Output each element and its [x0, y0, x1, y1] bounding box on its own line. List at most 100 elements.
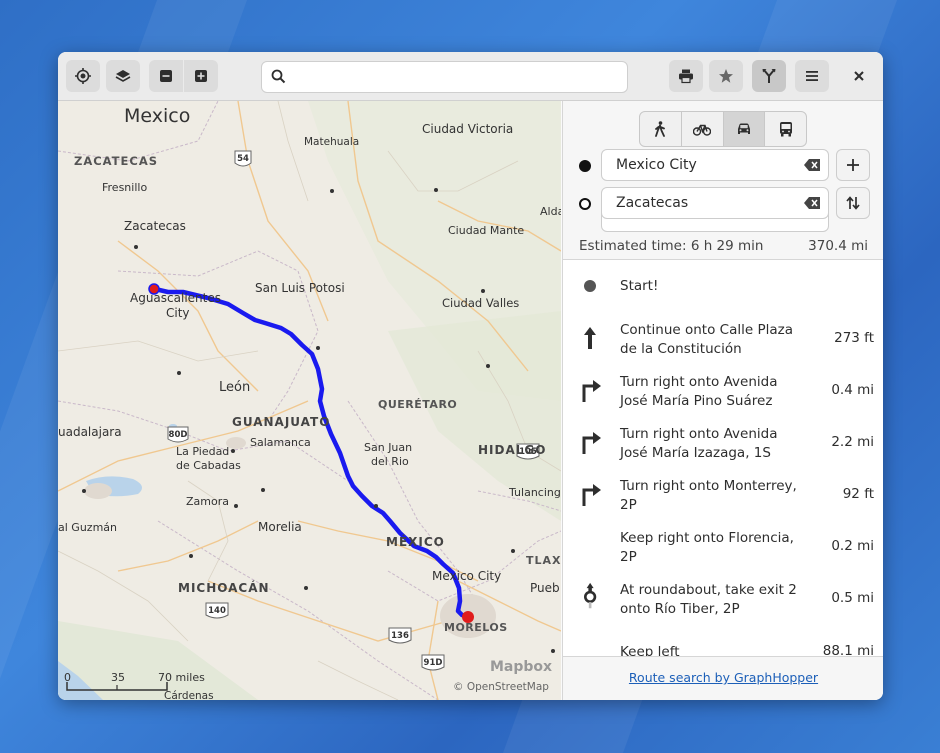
turn-right-icon	[582, 432, 601, 454]
swap-button[interactable]	[836, 187, 870, 219]
clear-icon[interactable]	[804, 159, 820, 171]
instruction-distance: 273 ft	[834, 330, 874, 346]
layers-button[interactable]	[106, 60, 140, 92]
origin-text: Mexico City	[616, 157, 697, 173]
instruction-text: Turn right onto Avenida José María Izaza…	[620, 425, 810, 463]
instruction-line: José María Pino Suárez	[620, 393, 773, 409]
instruction-text: Keep right onto Florencia, 2P	[620, 529, 810, 567]
swap-icon	[846, 196, 860, 210]
instruction-row[interactable]: Continue onto Calle Plaza de la Constitu…	[563, 312, 883, 364]
map-label-city: Mexico City	[432, 569, 501, 583]
add-via-button[interactable]	[836, 149, 870, 181]
estimated-time: Estimated time: 6 h 29 min	[579, 238, 764, 254]
instruction-row[interactable]: Start!	[563, 260, 883, 312]
search-input[interactable]	[261, 61, 628, 93]
route-button[interactable]	[752, 60, 786, 92]
print-button[interactable]	[669, 60, 703, 92]
scale-label: 70 miles	[158, 671, 205, 684]
map-view[interactable]: 54 80D 105 140 136 91D Mexico ZACATECAS …	[58, 101, 561, 700]
map-label-city: La Piedad	[176, 445, 229, 458]
map-label-city: Alda	[540, 205, 561, 218]
origin-entry[interactable]: Mexico City	[601, 149, 829, 181]
svg-text:54: 54	[237, 154, 249, 164]
zoom-in-button[interactable]	[184, 60, 218, 92]
instruction-row[interactable]: At roundabout, take exit 2 onto Río Tibe…	[563, 572, 883, 624]
print-icon	[679, 69, 693, 84]
highway-shield: 80D	[167, 426, 189, 443]
svg-text:80D: 80D	[169, 430, 188, 440]
map-label-city: Morelia	[258, 520, 302, 534]
map-label-city: Ciudad Victoria	[422, 122, 513, 136]
straight-icon	[584, 327, 596, 349]
mode-car-button[interactable]	[723, 112, 766, 146]
instruction-text: Continue onto Calle Plaza de la Constitu…	[620, 321, 810, 359]
instruction-row[interactable]: Keep right onto Florencia, 2P 0.2 mi	[563, 520, 883, 572]
instruction-row[interactable]: Turn right onto Monterrey, 2P 92 ft	[563, 468, 883, 520]
destination-entry[interactable]: Zacatecas	[601, 187, 829, 219]
instruction-text: Start!	[620, 278, 659, 294]
star-icon	[719, 69, 733, 83]
map-label-city: Salamanca	[250, 436, 311, 449]
map-label-country: Mexico	[124, 105, 190, 127]
instruction-row[interactable]: Keep left 88.1 mi	[563, 624, 883, 657]
instruction-line: onto Río Tiber, 2P	[620, 601, 740, 617]
instruction-line: 2P	[620, 497, 637, 513]
highway-shield: 54	[234, 150, 252, 167]
map-label-city: Ciudad Mante	[448, 224, 524, 237]
pedestrian-icon	[655, 121, 666, 137]
keep-right-icon	[579, 532, 603, 560]
map-label-city: Zacatecas	[124, 219, 186, 233]
instruction-distance: 88.1 mi	[822, 643, 874, 657]
zoom-out-button[interactable]	[149, 60, 183, 92]
instruction-row[interactable]: Turn right onto Avenida José María Izaza…	[563, 416, 883, 468]
locate-button[interactable]	[66, 60, 100, 92]
mode-bike-button[interactable]	[682, 112, 724, 146]
maps-window: 54 80D 105 140 136 91D Mexico ZACATECAS …	[58, 52, 883, 700]
instruction-text: Turn right onto Avenida José María Pino …	[620, 373, 810, 411]
map-label-city: uadalajara	[58, 425, 122, 439]
map-label-city: al Guzmán	[58, 521, 117, 534]
instruction-distance: 92 ft	[842, 486, 874, 502]
instruction-distance: 0.2 mi	[831, 538, 874, 554]
instructions-list: Start! Continue onto Calle Plaza de la C…	[563, 259, 883, 657]
total-distance: 370.4 mi	[808, 238, 868, 254]
instruction-line: 2P	[620, 549, 637, 565]
instruction-row[interactable]: Turn right onto Avenida José María Pino …	[563, 364, 883, 416]
instruction-line: de la Constitución	[620, 341, 742, 357]
menu-button[interactable]	[795, 60, 829, 92]
map-label-city: San Juan	[364, 441, 412, 454]
svg-text:91D: 91D	[424, 658, 443, 668]
instruction-line: José María Izazaga, 1S	[620, 445, 771, 461]
header-bar	[58, 52, 883, 101]
instruction-distance: 0.5 mi	[831, 590, 874, 606]
map-label-city: León	[219, 380, 250, 395]
scale-label: 35	[111, 671, 125, 684]
instruction-line: Continue onto Calle Plaza	[620, 322, 793, 338]
map-label-city: Aguascalientes	[130, 291, 221, 305]
map-label-city: Tulancingo	[508, 486, 561, 499]
destination-ring-icon	[579, 198, 591, 210]
clear-icon[interactable]	[804, 197, 820, 209]
svg-text:136: 136	[391, 631, 409, 641]
mode-transit-button[interactable]	[765, 112, 806, 146]
instruction-line: At roundabout, take exit 2	[620, 582, 797, 598]
instruction-distance: 2.2 mi	[831, 434, 874, 450]
instruction-text: Keep left	[620, 644, 680, 657]
layers-icon	[115, 70, 131, 82]
instruction-line: Keep right onto Florencia,	[620, 530, 794, 546]
mode-walk-button[interactable]	[640, 112, 682, 146]
instruction-text: At roundabout, take exit 2 onto Río Tibe…	[620, 581, 810, 619]
map-label-state: MICHOACÁN	[178, 580, 270, 595]
bicycle-icon	[693, 124, 712, 136]
mapbox-logo: Mapbox	[490, 659, 552, 675]
map-label-state: ZACATECAS	[74, 154, 158, 168]
map-label-city: Fresnillo	[102, 181, 147, 194]
zoom-in-icon	[195, 70, 207, 82]
map-label-city: de Cabadas	[176, 459, 241, 472]
map-label-state: MORELOS	[444, 621, 508, 634]
graphhopper-link[interactable]: Route search by GraphHopper	[629, 670, 818, 685]
instruction-line: Turn right onto Monterrey,	[620, 478, 797, 494]
close-button[interactable]	[842, 60, 876, 92]
instruction-distance: 0.4 mi	[831, 382, 874, 398]
favorites-button[interactable]	[709, 60, 743, 92]
